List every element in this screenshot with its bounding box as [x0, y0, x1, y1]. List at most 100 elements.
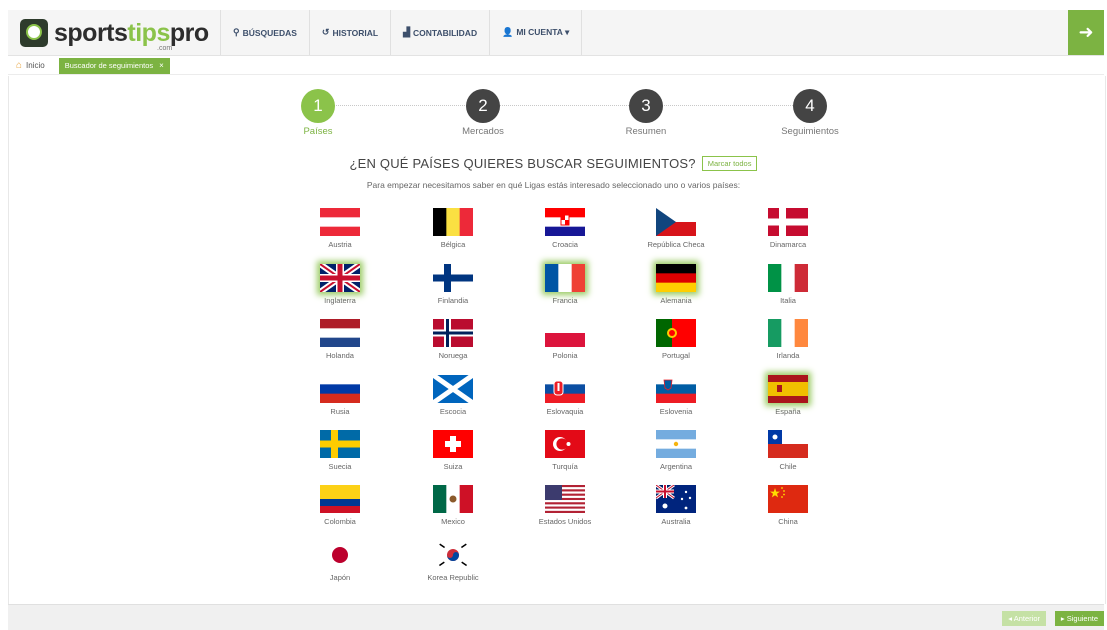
- country-spain[interactable]: España: [738, 375, 838, 416]
- country-germany[interactable]: Alemania: [626, 264, 726, 305]
- mexico-flag-icon: [433, 485, 473, 513]
- country-argentina[interactable]: Argentina: [626, 430, 726, 471]
- country-finland[interactable]: Finlandia: [403, 264, 503, 305]
- footer-bar: ◂ Anterior ▸ Siguiente: [8, 604, 1104, 630]
- norway-flag-icon: [433, 319, 473, 347]
- country-name: España: [775, 407, 801, 416]
- country-korea[interactable]: Korea Republic: [403, 541, 503, 582]
- step-number: 3: [629, 89, 663, 123]
- app-logo[interactable]: sportstipspro .com: [20, 17, 209, 52]
- wizard-step-3[interactable]: 3 Resumen: [596, 89, 696, 137]
- denmark-flag-icon: [768, 208, 808, 236]
- portugal-flag-icon: [656, 319, 696, 347]
- belgium-flag-icon: [433, 208, 473, 236]
- wizard-step-1[interactable]: 1 Países: [268, 89, 368, 137]
- breadcrumb-home[interactable]: ⌂ Inicio: [16, 60, 45, 71]
- step-label: Mercados: [462, 126, 504, 137]
- wizard-step-2[interactable]: 2 Mercados: [433, 89, 533, 137]
- country-australia[interactable]: Australia: [626, 485, 726, 526]
- country-sweden[interactable]: Suecia: [290, 430, 390, 471]
- country-portugal[interactable]: Portugal: [626, 319, 726, 360]
- logo-text-pro: pro: [169, 19, 209, 47]
- country-uk[interactable]: Inglaterra: [290, 264, 390, 305]
- uk-flag-icon: [320, 264, 360, 292]
- country-denmark[interactable]: Dinamarca: [738, 208, 838, 249]
- country-name: Portugal: [662, 351, 690, 360]
- country-name: Alemania: [660, 296, 692, 305]
- step-number: 4: [793, 89, 827, 123]
- close-icon[interactable]: ×: [159, 61, 164, 70]
- breadcrumb: ⌂ Inicio Buscador de seguimientos ×: [8, 57, 1104, 75]
- country-name: Francia: [552, 296, 578, 305]
- country-austria[interactable]: Austria: [290, 208, 390, 249]
- previous-button[interactable]: ◂ Anterior: [1002, 611, 1046, 626]
- mark-all-button[interactable]: Marcar todos: [701, 156, 758, 171]
- breadcrumb-tab-label: Buscador de seguimientos: [64, 61, 154, 70]
- country-mexico[interactable]: Mexico: [403, 485, 503, 526]
- country-france[interactable]: Francia: [515, 264, 615, 305]
- nav-historial[interactable]: ↺ HISTORIAL: [310, 10, 392, 55]
- country-poland[interactable]: Polonia: [515, 319, 615, 360]
- turkey-flag-icon: [545, 430, 585, 458]
- wizard-step-4[interactable]: 4 Seguimientos: [760, 89, 860, 137]
- country-belgium[interactable]: Bélgica: [403, 208, 503, 249]
- germany-flag-icon: [656, 264, 696, 292]
- step-number: 2: [466, 89, 500, 123]
- country-name: Polonia: [552, 351, 578, 360]
- history-icon: ↺: [321, 27, 330, 37]
- nav-busquedas[interactable]: ⚲ BÚSQUEDAS: [220, 10, 310, 55]
- country-name: Chile: [779, 462, 797, 471]
- nav-label: BÚSQUEDAS: [242, 27, 297, 38]
- main-nav: ⚲ BÚSQUEDAS ↺ HISTORIAL ▟ CONTABILIDAD 👤 MI …: [220, 10, 583, 55]
- country-switzerland[interactable]: Suiza: [403, 430, 503, 471]
- country-china[interactable]: China: [738, 485, 838, 526]
- poland-flag-icon: [545, 319, 585, 347]
- next-button[interactable]: ▸ Siguiente: [1054, 611, 1104, 626]
- country-name: Australia: [661, 517, 691, 526]
- step-label: Seguimientos: [781, 126, 839, 137]
- country-scotland[interactable]: Escocia: [403, 375, 503, 416]
- home-icon: ⌂: [16, 60, 23, 71]
- country-chile[interactable]: Chile: [738, 430, 838, 471]
- russia-flag-icon: [320, 375, 360, 403]
- subtitle: Para empezar necesitamos saber en qué Li…: [366, 180, 741, 190]
- country-russia[interactable]: Rusia: [290, 375, 390, 416]
- country-turkey[interactable]: Turquía: [515, 430, 615, 471]
- country-slovakia[interactable]: Eslovaquia: [515, 375, 615, 416]
- country-name: Estados Unidos: [538, 517, 592, 526]
- country-slovenia[interactable]: Eslovenia: [626, 375, 726, 416]
- search-icon: ⚲: [233, 27, 240, 37]
- country-japan[interactable]: Japón: [290, 541, 390, 582]
- country-czech[interactable]: República Checa: [626, 208, 726, 249]
- netherlands-flag-icon: [320, 319, 360, 347]
- nav-contabilidad[interactable]: ▟ CONTABILIDAD: [391, 10, 491, 55]
- france-flag-icon: [545, 264, 585, 292]
- steps-connector: [332, 105, 809, 106]
- country-name: Italia: [780, 296, 796, 305]
- country-name: China: [778, 517, 798, 526]
- usa-flag-icon: [545, 485, 585, 513]
- nav-label: CONTABILIDAD: [413, 27, 478, 38]
- country-name: Rusia: [330, 407, 350, 416]
- finland-flag-icon: [433, 264, 473, 292]
- country-name: Colombia: [324, 517, 356, 526]
- country-usa[interactable]: Estados Unidos: [515, 485, 615, 526]
- country-ireland[interactable]: Irlanda: [738, 319, 838, 360]
- korea-flag-icon: [433, 541, 473, 569]
- nav-mi-cuenta[interactable]: 👤 MI CUENTA ▾: [490, 10, 583, 55]
- country-norway[interactable]: Noruega: [403, 319, 503, 360]
- spain-flag-icon: [768, 375, 808, 403]
- country-netherlands[interactable]: Holanda: [290, 319, 390, 360]
- top-navbar: sportstipspro .com ⚲ BÚSQUEDAS ↺ HISTORIAL…: [8, 10, 1104, 56]
- country-croatia[interactable]: Croacia: [515, 208, 615, 249]
- question-row: ¿EN QUÉ PAÍSES QUIERES BUSCAR SEGUIMIENT…: [0, 156, 1107, 171]
- country-colombia[interactable]: Colombia: [290, 485, 390, 526]
- country-name: Holanda: [326, 351, 354, 360]
- logout-button[interactable]: ➜: [1068, 10, 1104, 55]
- croatia-flag-icon: [545, 208, 585, 236]
- logo-sub: .com: [157, 45, 173, 52]
- country-italy[interactable]: Italia: [738, 264, 838, 305]
- country-name: Suiza: [443, 462, 463, 471]
- country-name: Argentina: [659, 462, 693, 471]
- breadcrumb-tab[interactable]: Buscador de seguimientos ×: [58, 57, 170, 74]
